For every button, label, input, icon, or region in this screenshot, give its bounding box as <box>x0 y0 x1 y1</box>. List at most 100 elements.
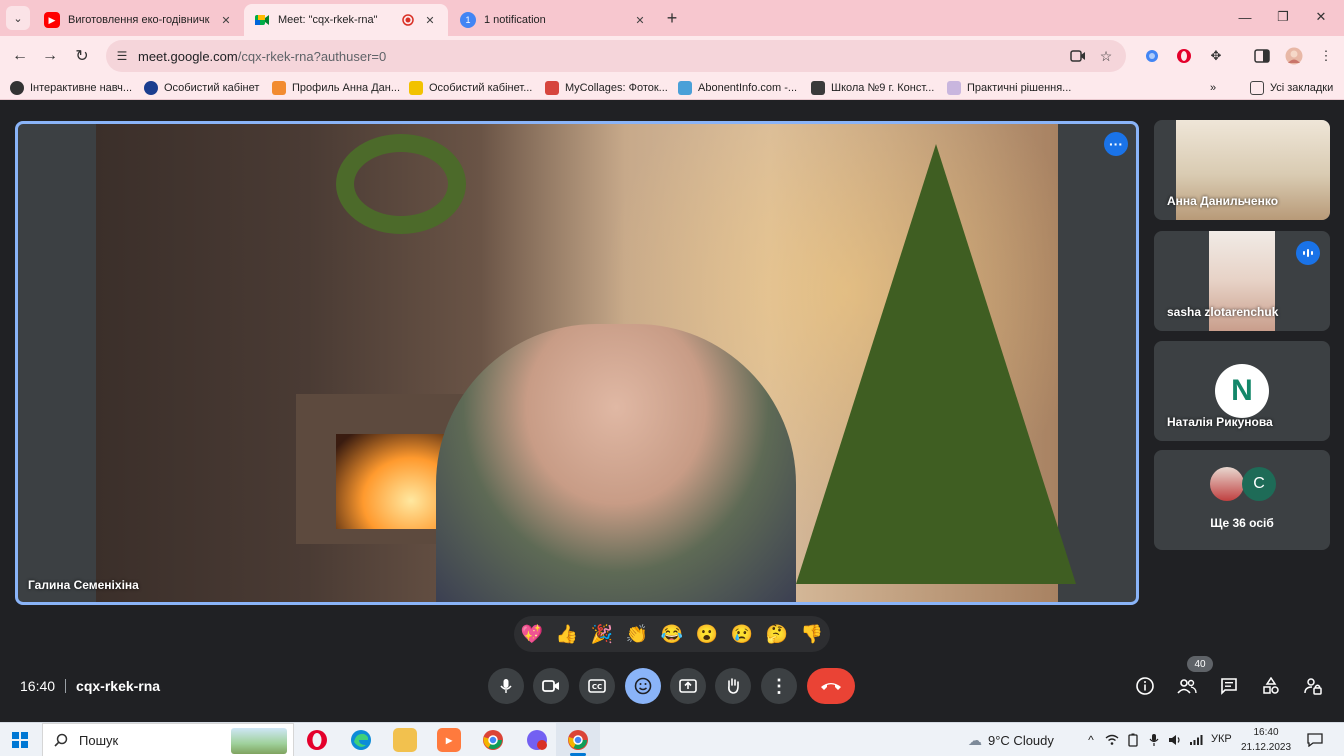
tab-search-button[interactable]: ⌄ <box>6 6 30 30</box>
close-icon[interactable]: ✕ <box>422 12 438 28</box>
bookmark-label: Інтерактивне навч... <box>30 82 133 94</box>
camera-icon[interactable] <box>1070 48 1086 64</box>
participant-avatar: N <box>1215 364 1269 418</box>
url-host: meet.google.com <box>138 49 238 64</box>
trident-icon <box>409 81 423 95</box>
site-info-icon[interactable]: ☰ <box>114 48 130 64</box>
more-options-button[interactable]: ⋮ <box>761 668 797 704</box>
reaction-heart[interactable]: 💖 <box>518 622 546 646</box>
input-language-indicator[interactable]: УКР <box>1211 733 1232 745</box>
reaction-thumbs-up[interactable]: 👍 <box>553 622 581 646</box>
extensions-puzzle-icon[interactable]: ✥ <box>1206 46 1226 66</box>
main-speaker-tile[interactable]: ··· Галина Семеніхіна <box>15 121 1139 605</box>
hand-icon <box>728 678 739 694</box>
meet-stage: ··· Галина Семеніхіна Анна Данильченко s… <box>0 100 1344 722</box>
info-icon <box>1136 677 1154 695</box>
bookmark-item[interactable]: Особистий кабінет <box>144 80 259 96</box>
reaction-clap[interactable]: 👏 <box>623 622 651 646</box>
bookmark-item[interactable]: Практичні рішення... <box>947 80 1071 96</box>
close-icon[interactable]: ✕ <box>632 12 648 28</box>
meeting-info-button[interactable] <box>1133 674 1157 698</box>
edge-app-icon[interactable] <box>349 728 373 752</box>
host-controls-button[interactable] <box>1301 674 1325 698</box>
search-highlight-image <box>231 728 287 754</box>
tab-notification[interactable]: 1 1 notification ✕ <box>450 4 658 36</box>
close-icon[interactable]: ✕ <box>218 12 234 28</box>
raise-hand-button[interactable] <box>715 668 751 704</box>
weather-widget[interactable]: ☁ 9°C Cloudy <box>968 732 1054 749</box>
opera-extension-icon[interactable] <box>1174 46 1194 66</box>
reaction-surprised[interactable]: 😮 <box>693 622 721 646</box>
chrome-profile-app-icon[interactable] <box>481 728 505 752</box>
profile-avatar[interactable] <box>1284 46 1304 66</box>
leave-call-button[interactable] <box>807 668 855 704</box>
notification-center-icon[interactable] <box>1305 731 1325 749</box>
address-bar[interactable]: ☰ meet.google.com/cqx-rkek-rna?authuser=… <box>106 40 1126 72</box>
taskbar-search-box[interactable]: Пошук <box>42 723 294 756</box>
flame-icon <box>272 81 286 95</box>
captions-button[interactable]: CC <box>579 668 615 704</box>
file-explorer-app-icon[interactable] <box>393 728 417 752</box>
bookmark-item[interactable]: Школа №9 г. Конст... <box>811 80 934 96</box>
forward-button[interactable]: → <box>38 44 62 68</box>
battery-icon[interactable] <box>1124 732 1142 748</box>
participant-tile[interactable]: Анна Данильченко <box>1154 120 1330 220</box>
tab-title: Виготовлення еко-годівничк <box>68 14 210 26</box>
reactions-button[interactable] <box>625 668 661 704</box>
reload-button[interactable]: ↻ <box>70 44 94 68</box>
bookmark-item[interactable]: Особистий кабінет... <box>409 80 532 96</box>
tab-meet[interactable]: Meet: "cqx-rkek-rna" ✕ <box>244 4 448 36</box>
windows-start-button[interactable] <box>12 732 28 748</box>
participant-tile[interactable]: N Наталія Рикунова <box>1154 341 1330 441</box>
activities-button[interactable] <box>1259 674 1283 698</box>
chat-button[interactable] <box>1217 674 1241 698</box>
tab-title: 1 notification <box>484 14 546 26</box>
globe-icon <box>144 81 158 95</box>
chrome-app-icon[interactable] <box>566 728 590 752</box>
opera-app-icon[interactable] <box>305 728 329 752</box>
tab-youtube[interactable]: ▶ Виготовлення еко-годівничк ✕ <box>34 4 244 36</box>
reaction-laugh[interactable]: 😂 <box>658 622 686 646</box>
more-participants-tile[interactable]: C Ще 36 осіб <box>1154 450 1330 550</box>
camera-button[interactable] <box>533 668 569 704</box>
people-button[interactable] <box>1175 674 1199 698</box>
smiley-icon <box>634 677 652 695</box>
lock-person-icon <box>1304 678 1322 695</box>
windows-logo-icon <box>21 732 28 739</box>
extension-blue-icon[interactable] <box>1142 46 1162 66</box>
reaction-thumbs-down[interactable]: 👎 <box>798 622 826 646</box>
menu-kebab-icon[interactable]: ⋮ <box>1316 46 1336 66</box>
reaction-party[interactable]: 🎉 <box>588 622 616 646</box>
reaction-sad[interactable]: 😢 <box>728 622 756 646</box>
back-button[interactable]: ← <box>8 44 32 68</box>
bookmark-item[interactable]: Профиль Анна Дан... <box>272 80 400 96</box>
volume-icon[interactable] <box>1166 732 1184 748</box>
viber-app-icon[interactable] <box>525 728 549 752</box>
reactions-bar: 💖 👍 🎉 👏 😂 😮 😢 🤔 👎 <box>514 616 830 652</box>
meeting-code: cqx-rkek-rna <box>76 678 161 694</box>
pdf-app-icon[interactable]: ▸ <box>437 728 461 752</box>
bookmark-item[interactable]: Інтерактивне навч... <box>10 80 132 96</box>
present-screen-button[interactable] <box>670 668 706 704</box>
tray-chevron-up-icon[interactable]: ^ <box>1082 732 1100 748</box>
url-text[interactable]: meet.google.com/cqx-rkek-rna?authuser=0 <box>138 49 386 64</box>
bookmarks-overflow-icon[interactable]: » <box>1210 80 1216 96</box>
new-tab-button[interactable]: + <box>662 8 682 28</box>
tab-title: Meet: "cqx-rkek-rna" <box>278 14 378 26</box>
reaction-thinking[interactable]: 🤔 <box>763 622 791 646</box>
document-icon <box>947 81 961 95</box>
microphone-button[interactable] <box>488 668 524 704</box>
wifi-icon[interactable] <box>1103 732 1121 748</box>
tile-options-button[interactable]: ··· <box>1104 132 1128 156</box>
system-clock[interactable]: 16:40 21.12.2023 <box>1236 725 1296 755</box>
participant-tile[interactable]: sasha zlotarenchuk <box>1154 231 1330 331</box>
microphone-tray-icon[interactable] <box>1145 732 1163 748</box>
all-bookmarks-folder[interactable]: Усі закладки <box>1250 80 1333 96</box>
school-icon <box>811 81 825 95</box>
bookmark-star-icon[interactable]: ☆ <box>1098 48 1114 64</box>
bookmark-item[interactable]: MyCollages: Фоток... <box>545 80 668 96</box>
bookmark-item[interactable]: AbonentInfo.com -... <box>678 80 797 96</box>
close-window-button[interactable]: ✕ <box>1298 4 1344 30</box>
network-icon[interactable] <box>1187 732 1205 748</box>
side-panel-icon[interactable] <box>1252 46 1272 66</box>
